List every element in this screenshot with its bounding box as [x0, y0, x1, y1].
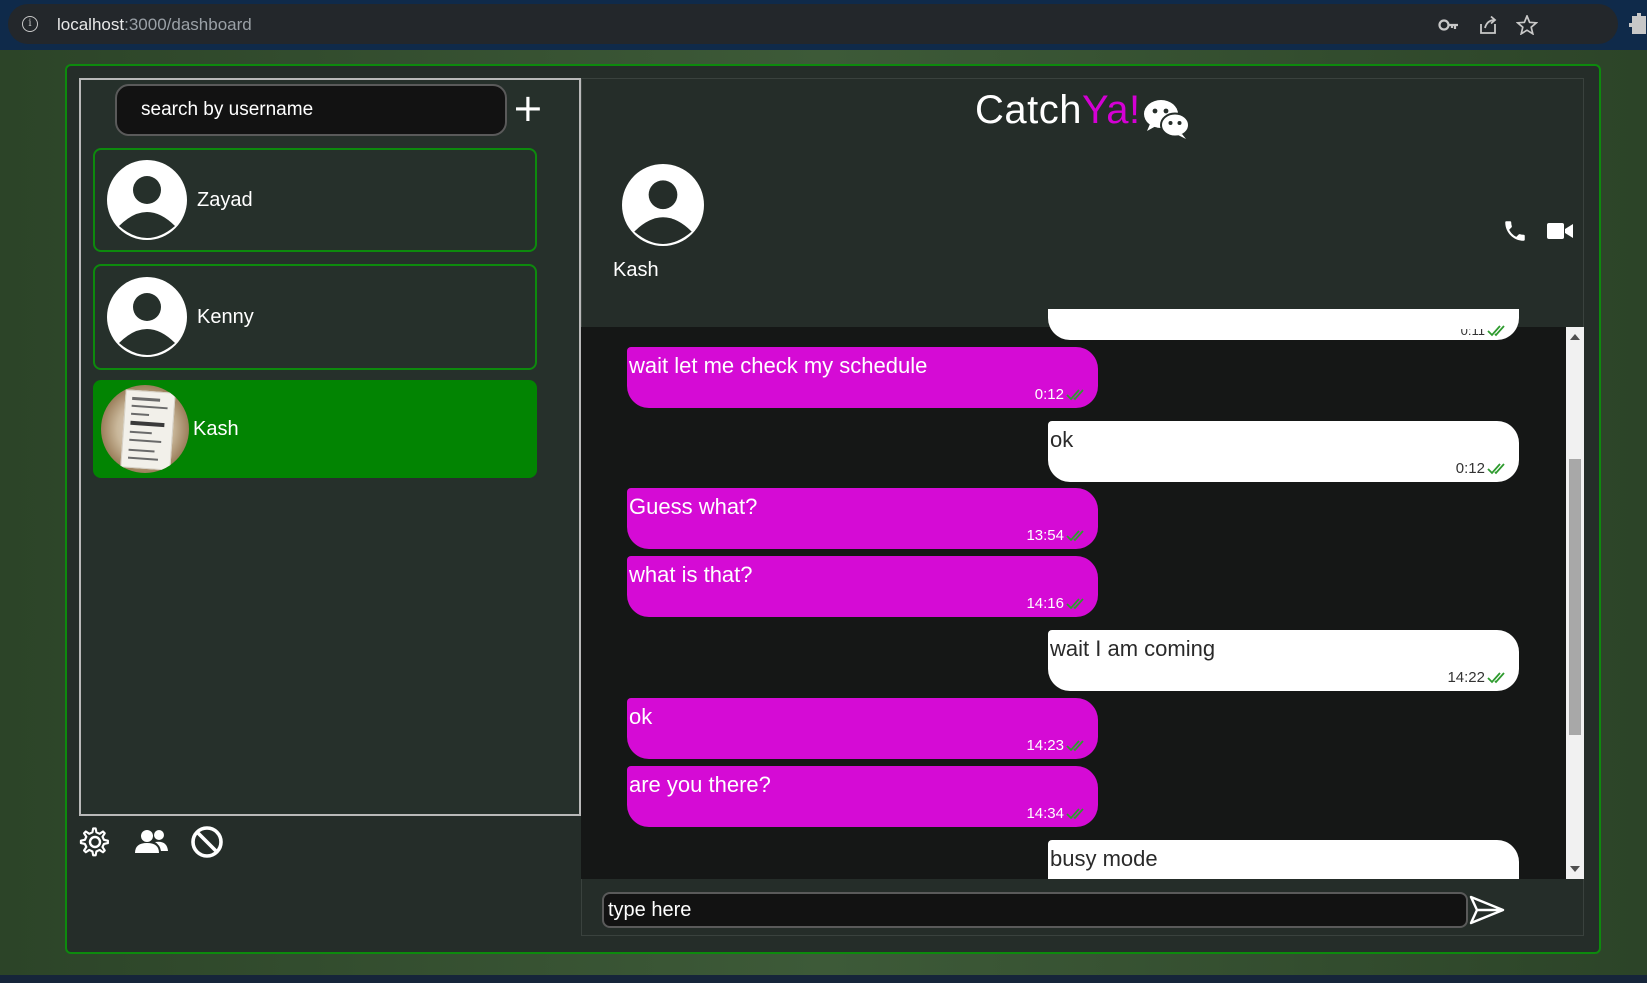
message-bubble-sent: are you there? 14:34 — [627, 766, 1098, 827]
info-icon[interactable]: i — [22, 16, 38, 32]
read-receipt-icon — [1066, 740, 1084, 752]
message-time: 13:54 — [1026, 527, 1064, 544]
message-time: 0:12 — [1455, 460, 1485, 477]
message-bubble-received: ok 0:12 — [1048, 421, 1519, 482]
message-bubble-received: 0:11 — [1048, 309, 1519, 340]
taskbar-edge — [0, 975, 1647, 983]
wechat-icon — [1144, 100, 1190, 139]
settings-icon[interactable] — [79, 824, 115, 860]
extensions-icon[interactable] — [1628, 12, 1646, 34]
share-icon[interactable] — [1477, 15, 1499, 35]
message-text: what is that? — [629, 562, 753, 587]
message-text: wait I am coming — [1050, 636, 1216, 661]
message-text: ok — [1050, 427, 1074, 452]
message-text: ok — [629, 704, 653, 729]
read-receipt-icon — [1066, 530, 1084, 542]
read-receipt-icon — [1487, 463, 1505, 475]
block-icon[interactable] — [189, 824, 225, 860]
read-receipt-icon — [1066, 808, 1084, 820]
group-icon[interactable] — [134, 824, 170, 860]
default-user-icon — [107, 160, 187, 240]
message-time: 0:12 — [1034, 386, 1064, 403]
send-button[interactable] — [1467, 892, 1507, 928]
message-text: wait let me check my schedule — [629, 353, 928, 378]
read-receipt-icon — [1487, 672, 1505, 684]
message-scrollbar[interactable] — [1566, 327, 1584, 879]
message-bubble-sent: what is that? 14:16 — [627, 556, 1098, 617]
message-time: 14:16 — [1026, 595, 1064, 612]
message-time: 14:34 — [1026, 805, 1064, 822]
read-receipt-icon — [1066, 598, 1084, 610]
add-contact-button[interactable]: + — [512, 89, 544, 127]
phone-icon[interactable] — [1502, 218, 1528, 244]
default-user-icon — [107, 277, 187, 357]
read-receipt-icon — [1066, 389, 1084, 401]
send-icon — [1469, 895, 1505, 925]
browser-toolbar: i localhost:3000/dashboard — [0, 0, 1647, 50]
message-bubble-sent: ok 14:23 — [627, 698, 1098, 759]
scroll-down-arrow[interactable] — [1570, 866, 1580, 872]
message-time: 14:23 — [1026, 737, 1064, 754]
contact-item-kash[interactable]: Kash — [93, 380, 537, 478]
contact-name: Kash — [193, 417, 239, 440]
video-icon[interactable] — [1546, 220, 1574, 242]
message-input[interactable] — [602, 892, 1468, 928]
contact-name: Kenny — [197, 305, 254, 328]
read-receipt-icon — [1487, 325, 1505, 337]
address-bar[interactable]: i localhost:3000/dashboard — [8, 4, 1618, 44]
url-text[interactable]: localhost:3000/dashboard — [57, 15, 252, 35]
message-bubble-received: busy mode — [1048, 840, 1519, 879]
message-time: 14:22 — [1447, 669, 1485, 686]
message-text: busy mode — [1050, 846, 1158, 871]
message-text: are you there? — [629, 772, 771, 797]
star-icon[interactable] — [1516, 15, 1538, 35]
contact-item-kenny[interactable]: Kenny — [93, 264, 537, 370]
message-bubble-received: wait I am coming 14:22 — [1048, 630, 1519, 691]
message-time: 0:11 — [1460, 323, 1485, 338]
message-bubble-sent: wait let me check my schedule 0:12 — [627, 347, 1098, 408]
contact-name: Zayad — [197, 188, 253, 211]
scroll-thumb[interactable] — [1569, 459, 1581, 735]
peer-name: Kash — [613, 259, 659, 281]
contact-photo — [101, 385, 189, 473]
peer-avatar[interactable] — [622, 164, 704, 246]
message-text: Guess what? — [629, 494, 758, 519]
message-bubble-sent: Guess what? 13:54 — [627, 488, 1098, 549]
key-icon[interactable] — [1438, 15, 1460, 35]
contact-item-zayad[interactable]: Zayad — [93, 148, 537, 252]
app-brand: CatchYa! — [975, 88, 1141, 132]
scroll-up-arrow[interactable] — [1570, 334, 1580, 340]
search-input[interactable] — [115, 84, 507, 136]
